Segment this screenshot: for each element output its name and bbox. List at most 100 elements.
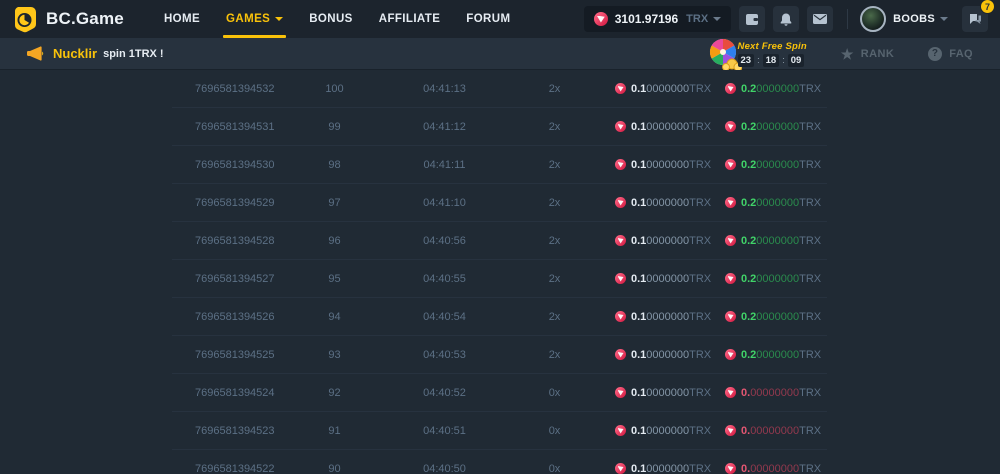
bet-id: 7696581394523	[172, 425, 282, 437]
user-name: BOOBS	[893, 13, 935, 25]
rank-link[interactable]: ★ RANK	[841, 47, 894, 61]
bet-row[interactable]: 7696581394531 99 04:41:12 2x 0.10000000 …	[172, 108, 827, 146]
bet-row[interactable]: 7696581394523 91 04:40:51 0x 0.10000000 …	[172, 412, 827, 450]
trx-coin-icon	[725, 121, 736, 132]
nav-link-forum[interactable]: FORUM	[453, 0, 523, 38]
round-number: 91	[282, 425, 387, 437]
bet-amount: 0.10000000	[631, 197, 689, 209]
bet-amount: 0.10000000	[631, 425, 689, 437]
bet-time: 04:41:12	[387, 121, 502, 133]
bet-amount-cell: 0.10000000 TRX	[607, 197, 712, 209]
bet-time: 04:40:56	[387, 235, 502, 247]
countdown-separator: :	[782, 55, 785, 65]
profit-currency: TRX	[799, 463, 821, 474]
bet-row[interactable]: 7696581394526 94 04:40:54 2x 0.10000000 …	[172, 298, 827, 336]
trx-coin-icon	[725, 425, 736, 436]
messages-button[interactable]	[807, 6, 833, 32]
round-number: 96	[282, 235, 387, 247]
bet-row[interactable]: 7696581394529 97 04:41:10 2x 0.10000000 …	[172, 184, 827, 222]
bet-row[interactable]: 7696581394527 95 04:40:55 2x 0.10000000 …	[172, 260, 827, 298]
top-navbar: BC.Game HOME GAMES BONUS AFFILIATE FORUM…	[0, 0, 1000, 38]
profit-cell: 0.00000000 TRX	[712, 387, 827, 399]
bet-multiplier: 2x	[502, 349, 607, 361]
bet-id: 7696581394527	[172, 273, 282, 285]
bet-amount: 0.10000000	[631, 463, 689, 474]
profit-currency: TRX	[799, 159, 821, 171]
bet-id: 7696581394526	[172, 311, 282, 323]
bet-currency: TRX	[689, 235, 711, 247]
trx-coin-icon	[615, 425, 626, 436]
announcement-bar: Nucklir spin 1TRX !	[0, 38, 1000, 70]
profit-amount: 0.20000000	[741, 349, 799, 361]
bet-amount: 0.10000000	[631, 159, 689, 171]
nav-link-games[interactable]: GAMES	[213, 0, 296, 38]
nav-link-bonus[interactable]: BONUS	[296, 0, 366, 38]
bet-multiplier: 2x	[502, 197, 607, 209]
bet-multiplier: 0x	[502, 387, 607, 399]
free-spin-countdown: 23 : 18 : 09	[738, 54, 805, 67]
bet-row[interactable]: 7696581394522 90 04:40:50 0x 0.10000000 …	[172, 450, 827, 474]
trx-coin-icon	[615, 387, 626, 398]
round-number: 92	[282, 387, 387, 399]
bet-time: 04:40:52	[387, 387, 502, 399]
profit-cell: 0.20000000 TRX	[712, 273, 827, 285]
round-number: 100	[282, 83, 387, 95]
bet-currency: TRX	[689, 83, 711, 95]
bet-time: 04:40:50	[387, 463, 502, 474]
trx-coin-icon	[725, 387, 736, 398]
bet-amount: 0.10000000	[631, 83, 689, 95]
bet-currency: TRX	[689, 121, 711, 133]
profit-amount: 0.20000000	[741, 121, 799, 133]
wallet-button[interactable]	[739, 6, 765, 32]
chat-notification-badge: 7	[980, 0, 995, 14]
profit-cell: 0.20000000 TRX	[712, 83, 827, 95]
notifications-button[interactable]	[773, 6, 799, 32]
user-avatar	[860, 6, 886, 32]
profit-cell: 0.20000000 TRX	[712, 197, 827, 209]
promo-text: Next Free Spin 23 : 18 : 09	[738, 41, 807, 67]
bet-amount-cell: 0.10000000 TRX	[607, 349, 712, 361]
nav-link-home[interactable]: HOME	[151, 0, 213, 38]
announcement-link[interactable]: Nucklir spin 1TRX !	[27, 46, 164, 61]
profit-amount: 0.20000000	[741, 197, 799, 209]
trx-coin-icon	[725, 197, 736, 208]
profit-currency: TRX	[799, 83, 821, 95]
faq-link[interactable]: ? FAQ	[928, 47, 973, 61]
trx-coin-icon	[725, 159, 736, 170]
countdown-minutes: 18	[763, 54, 780, 67]
brand-logo[interactable]: BC.Game	[13, 6, 124, 33]
bet-amount-cell: 0.10000000 TRX	[607, 235, 712, 247]
bet-amount: 0.10000000	[631, 387, 689, 399]
balance-amount: 3101.97196	[615, 12, 678, 26]
trx-coin-icon	[615, 159, 626, 170]
round-number: 90	[282, 463, 387, 474]
round-number: 97	[282, 197, 387, 209]
bet-amount-cell: 0.10000000 TRX	[607, 425, 712, 437]
announcement-right: Next Free Spin 23 : 18 : 09 ★ RANK ? FAQ	[708, 38, 1000, 70]
profit-amount: 0.20000000	[741, 159, 799, 171]
bet-id: 7696581394524	[172, 387, 282, 399]
profit-amount: 0.20000000	[741, 311, 799, 323]
profit-amount: 0.00000000	[741, 387, 799, 399]
bet-row[interactable]: 7696581394525 93 04:40:53 2x 0.10000000 …	[172, 336, 827, 374]
bet-row[interactable]: 7696581394524 92 04:40:52 0x 0.10000000 …	[172, 374, 827, 412]
trx-coin-icon	[615, 349, 626, 360]
bet-row[interactable]: 7696581394530 98 04:41:11 2x 0.10000000 …	[172, 146, 827, 184]
nav-link-affiliate[interactable]: AFFILIATE	[366, 0, 454, 38]
round-number: 98	[282, 159, 387, 171]
bet-time: 04:41:13	[387, 83, 502, 95]
trx-coin-icon	[594, 12, 608, 26]
user-menu[interactable]: BOOBS	[860, 6, 948, 32]
bet-row[interactable]: 7696581394528 96 04:40:56 2x 0.10000000 …	[172, 222, 827, 260]
faq-label: FAQ	[949, 48, 973, 60]
balance-selector[interactable]: 3101.97196 TRX	[584, 6, 731, 32]
divider	[847, 9, 848, 29]
chat-toggle-button[interactable]: 7	[962, 6, 988, 32]
bet-row[interactable]: 7696581394532 100 04:41:13 2x 0.10000000…	[172, 70, 827, 108]
bet-amount-cell: 0.10000000 TRX	[607, 159, 712, 171]
bet-multiplier: 2x	[502, 235, 607, 247]
bet-id: 7696581394530	[172, 159, 282, 171]
bet-multiplier: 2x	[502, 159, 607, 171]
free-spin-promo[interactable]: Next Free Spin 23 : 18 : 09	[708, 38, 807, 70]
countdown-seconds: 09	[788, 54, 805, 67]
